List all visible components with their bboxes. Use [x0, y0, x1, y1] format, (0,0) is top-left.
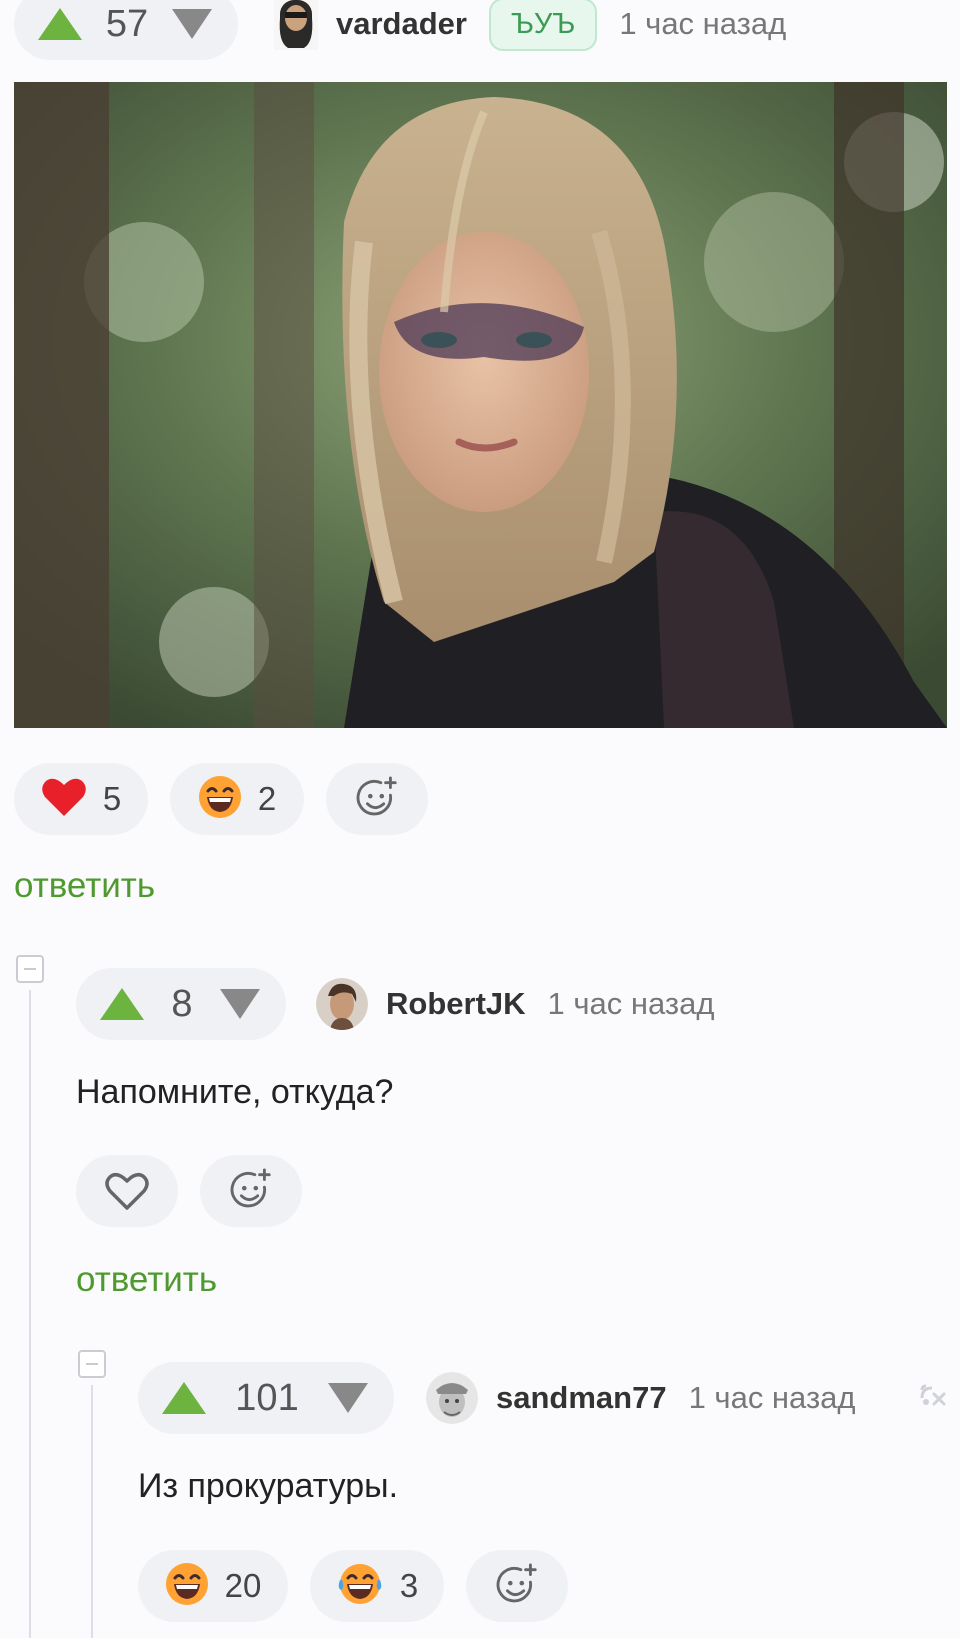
comment-username[interactable]: RobertJK: [386, 986, 526, 1022]
photo-woman-forest: [14, 82, 947, 728]
grinning-face-icon: [198, 775, 242, 824]
add-emoji-icon: [230, 1168, 271, 1208]
upvote-icon[interactable]: [100, 988, 144, 1020]
downvote-icon[interactable]: [172, 9, 212, 39]
post-reactions: 5 2: [14, 763, 450, 835]
avatar-image: [279, 0, 313, 48]
comment-text: Напомните, откуда?: [76, 1073, 394, 1111]
heart-icon: [41, 776, 87, 823]
heart-outline-icon: [105, 1173, 149, 1210]
post-vote-control: 57: [14, 0, 238, 60]
reaction-count: 5: [102, 780, 122, 817]
comment-reactions: [76, 1155, 324, 1227]
comment-vote-count: 8: [171, 982, 193, 1025]
post-header: 57 vardader ЪУЪ 1 час назад: [14, 0, 786, 60]
comment-reactions: 20 3: [138, 1550, 590, 1622]
add-emoji-icon: [356, 776, 397, 816]
add-emoji-icon: [496, 1563, 537, 1603]
upvote-icon[interactable]: [38, 8, 82, 40]
downvote-icon[interactable]: [328, 1383, 368, 1413]
comment-time: 1 час назад: [547, 986, 715, 1021]
post-username[interactable]: vardader: [336, 6, 467, 42]
add-reaction-button[interactable]: [466, 1550, 568, 1622]
comment-header: 101 sandman77 1 час назад: [138, 1362, 948, 1434]
reaction-grinning[interactable]: 2: [170, 763, 304, 835]
add-reaction-button[interactable]: [200, 1155, 302, 1227]
collapse-thread-button[interactable]: [16, 955, 44, 983]
avatar[interactable]: [426, 1372, 478, 1424]
thread-line: [91, 1385, 93, 1638]
user-badge: ЪУЪ: [488, 0, 598, 51]
reaction-count: 3: [399, 1567, 419, 1604]
reaction-tears-of-joy[interactable]: 3: [310, 1550, 444, 1622]
upvote-icon[interactable]: [162, 1382, 206, 1414]
add-reaction-button[interactable]: [326, 763, 428, 835]
tears-of-joy-icon: [336, 1562, 384, 1611]
post-reply-link[interactable]: ответить: [14, 866, 155, 906]
grinning-face-icon: [165, 1562, 209, 1611]
post-vote-count: 57: [105, 2, 149, 45]
avatar[interactable]: [316, 978, 368, 1030]
comment-text: Из прокуратуры.: [138, 1467, 399, 1505]
collapse-thread-button[interactable]: [78, 1350, 106, 1378]
downvote-icon[interactable]: [219, 989, 260, 1019]
comment-vote-control: 101: [138, 1362, 394, 1434]
comment-header: 8 RobertJK 1 час назад: [76, 968, 714, 1040]
post-time: 1 час назад: [619, 6, 787, 41]
reaction-grinning[interactable]: 20: [138, 1550, 288, 1622]
comment-username[interactable]: sandman77: [496, 1380, 667, 1416]
reaction-count: 2: [257, 780, 277, 817]
more-options-icon[interactable]: [918, 1382, 948, 1415]
avatar[interactable]: [274, 0, 318, 50]
comment-time: 1 час назад: [688, 1380, 856, 1415]
comment-reply-link[interactable]: ответить: [76, 1260, 217, 1300]
comment-vote-count: 101: [235, 1376, 299, 1419]
like-button[interactable]: [76, 1155, 178, 1227]
comment-vote-control: 8: [76, 968, 286, 1040]
reaction-heart[interactable]: 5: [14, 763, 148, 835]
reaction-count: 20: [224, 1567, 262, 1604]
post-image[interactable]: [14, 82, 947, 728]
thread-line: [29, 990, 31, 1638]
